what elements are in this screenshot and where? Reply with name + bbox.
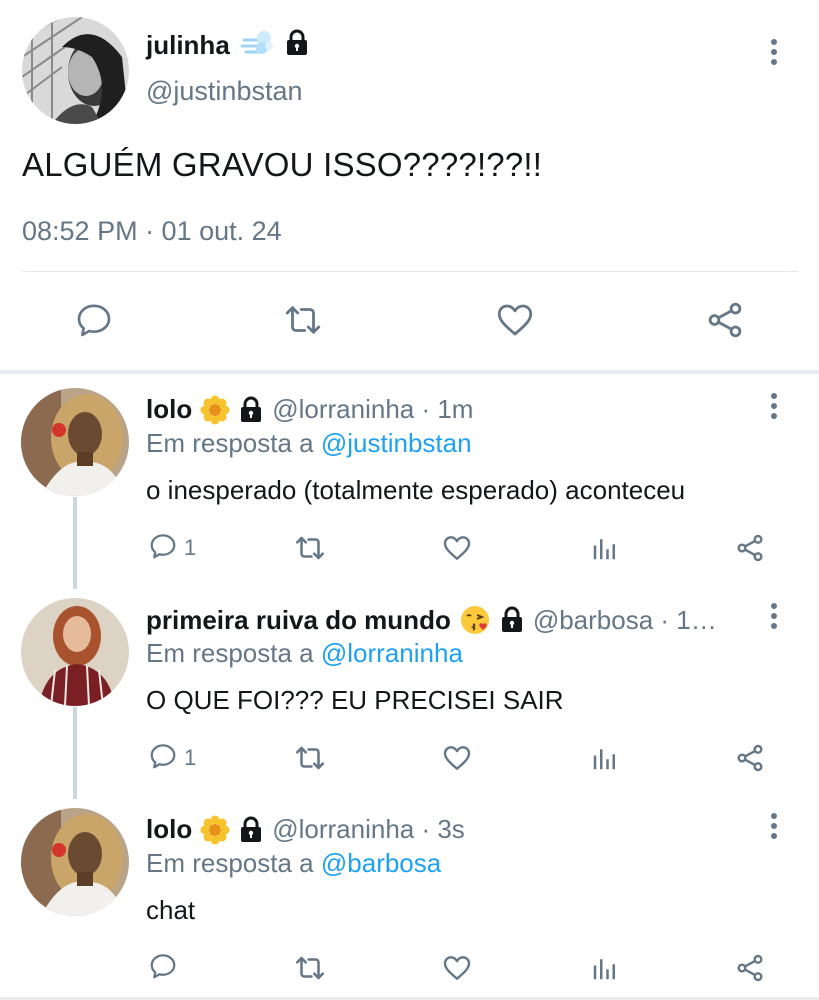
tweet-text: chat: [146, 895, 196, 925]
author-name[interactable]: lolo: [146, 814, 192, 845]
author-name[interactable]: julinha: [146, 30, 230, 61]
reply-button[interactable]: 1: [148, 528, 196, 568]
analytics-icon[interactable]: [590, 528, 620, 568]
retweet-icon[interactable]: [293, 738, 327, 778]
tweet-actions: [0, 298, 819, 348]
share-icon[interactable]: [703, 298, 747, 342]
dash-emoji-icon: [240, 28, 274, 63]
tweet-text: ALGUÉM GRAVOU ISSO????!??!!: [22, 146, 543, 183]
reply-count: 1: [184, 745, 197, 770]
like-icon[interactable]: [441, 738, 473, 778]
kiss-face-emoji-icon: [459, 604, 491, 636]
reply-to-link[interactable]: @barbosa: [321, 848, 441, 878]
more-options-icon[interactable]: [762, 598, 786, 634]
lock-icon: [284, 29, 310, 62]
reply-icon: [148, 531, 178, 566]
main-tweet: julinha @justinbstan ALGUÉM GRAVOU ISSO?…: [0, 0, 819, 370]
reply-to-link[interactable]: @justinbstan: [321, 428, 472, 458]
share-icon[interactable]: [734, 738, 766, 778]
author-handle-time[interactable]: @lorraninha · 3s: [272, 814, 465, 845]
tweet-text: o inesperado (totalmente esperado) acont…: [146, 475, 686, 505]
lock-icon: [238, 396, 264, 424]
divider: [22, 271, 798, 272]
tweet-actions: 1: [0, 528, 819, 568]
tweet-actions: [0, 948, 819, 988]
reply-context: Em resposta a @justinbstan: [146, 428, 472, 459]
reply-button[interactable]: [148, 948, 184, 988]
reply-icon: [148, 951, 178, 986]
sunflower-emoji-icon: [200, 815, 230, 845]
author-row: julinha: [146, 28, 310, 63]
avatar[interactable]: [21, 598, 129, 706]
author-handle-time[interactable]: @lorraninha · 1m: [272, 394, 473, 425]
reply-header: lolo @lorraninha · 1m: [146, 394, 756, 425]
reply-count: 1: [184, 535, 197, 560]
lock-icon: [238, 816, 264, 844]
reply-button[interactable]: 1: [148, 738, 196, 778]
lock-icon: [499, 606, 525, 634]
avatar[interactable]: [21, 388, 129, 496]
tweet-actions: 1: [0, 738, 819, 778]
more-options-icon[interactable]: [762, 388, 786, 424]
reply-to-link[interactable]: @lorraninha: [321, 638, 463, 668]
reply-prefix: Em resposta a: [146, 638, 314, 668]
author-name[interactable]: primeira ruiva do mundo: [146, 605, 451, 636]
author-handle-time[interactable]: @barbosa · 1…: [533, 605, 717, 636]
avatar[interactable]: [21, 808, 129, 916]
tweet-timestamp[interactable]: 08:52 PM · 01 out. 24: [22, 216, 282, 247]
more-options-icon[interactable]: [762, 808, 786, 844]
reply-prefix: Em resposta a: [146, 428, 314, 458]
like-icon[interactable]: [493, 298, 537, 342]
author-handle[interactable]: @justinbstan: [146, 76, 303, 107]
retweet-icon[interactable]: [293, 948, 327, 988]
reply-tweet[interactable]: lolo @lorraninha · 3s Em resposta a @bar…: [0, 794, 819, 1000]
reply-context: Em resposta a @barbosa: [146, 848, 441, 879]
reply-context: Em resposta a @lorraninha: [146, 638, 463, 669]
like-icon[interactable]: [441, 528, 473, 568]
share-icon[interactable]: [734, 948, 766, 988]
reply-icon: [148, 741, 178, 776]
sunflower-emoji-icon: [200, 395, 230, 425]
reply-tweet[interactable]: lolo @lorraninha · 1m Em resposta a @jus…: [0, 374, 819, 584]
analytics-icon[interactable]: [590, 738, 620, 778]
reply-header: lolo @lorraninha · 3s: [146, 814, 756, 845]
more-options-icon[interactable]: [762, 34, 786, 70]
reply-tweet[interactable]: primeira ruiva do mundo @barbosa · 1… Em…: [0, 584, 819, 794]
reply-prefix: Em resposta a: [146, 848, 314, 878]
share-icon[interactable]: [734, 528, 766, 568]
analytics-icon[interactable]: [590, 948, 620, 988]
reply-icon[interactable]: [72, 298, 116, 342]
retweet-icon[interactable]: [293, 528, 327, 568]
author-name[interactable]: lolo: [146, 394, 192, 425]
avatar[interactable]: [22, 17, 129, 124]
reply-header: primeira ruiva do mundo @barbosa · 1…: [146, 604, 756, 636]
like-icon[interactable]: [441, 948, 473, 988]
tweet-text: O QUE FOI??? EU PRECISEI SAIR: [146, 685, 564, 715]
retweet-icon[interactable]: [281, 298, 325, 342]
